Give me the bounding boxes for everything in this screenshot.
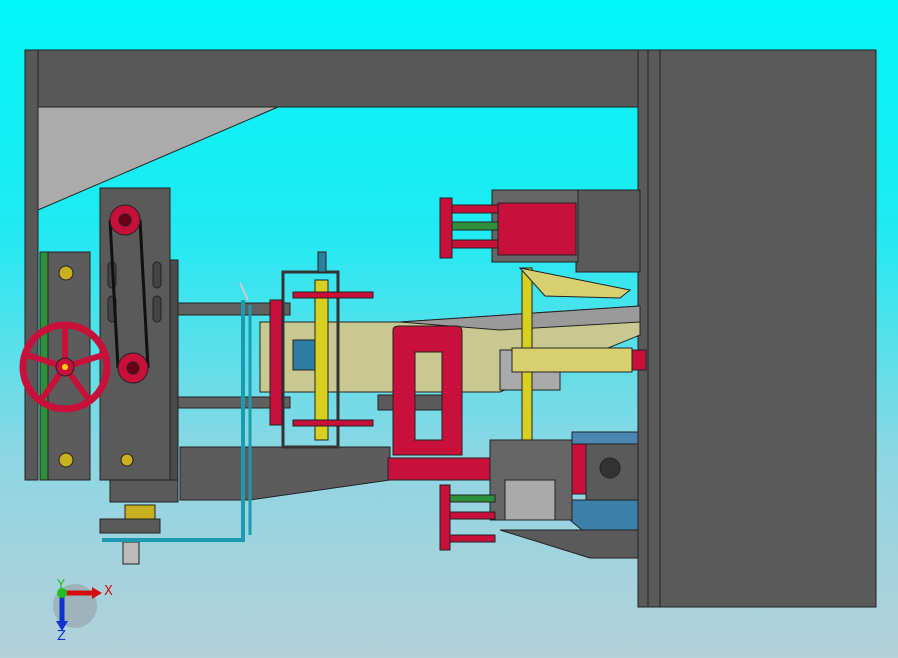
frame-left-post [24, 49, 39, 481]
cad-viewport[interactable]: X Y Z [0, 0, 898, 658]
triad-z-label: Z [57, 629, 66, 644]
lower-beam [179, 446, 391, 501]
triad-x-label: X [104, 584, 113, 599]
orientation-triad: X Y Z [53, 578, 113, 644]
upper-cylinder-body [575, 189, 641, 273]
motor-base [109, 479, 179, 503]
bolt [58, 452, 74, 468]
frame-top-beam [24, 49, 649, 108]
triad-y-label: Y [56, 578, 65, 593]
bolt [58, 265, 74, 281]
green-rail [39, 251, 49, 481]
frame-right-block [637, 49, 877, 608]
yellow-shaft [314, 279, 329, 441]
cad-model: X Y Z [19, 49, 877, 644]
